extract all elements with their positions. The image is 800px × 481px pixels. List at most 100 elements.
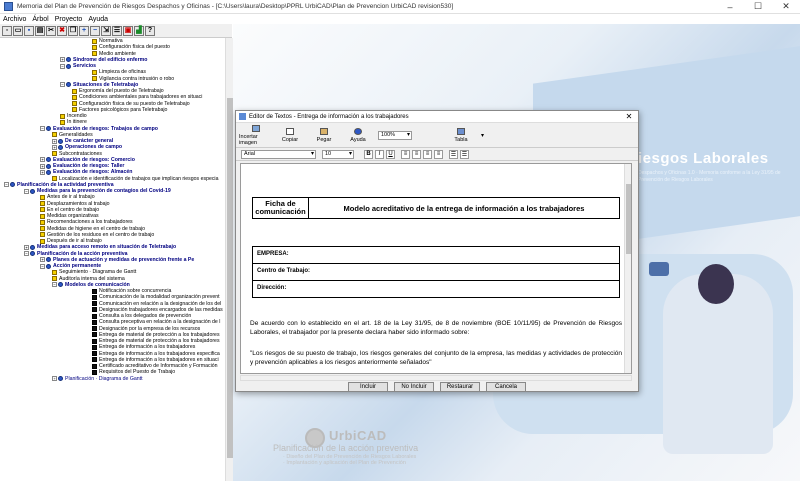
chart-icon[interactable]: ▟ [134, 25, 144, 36]
menu-arbol[interactable]: Árbol [29, 16, 51, 23]
folder-icon [30, 244, 35, 250]
remove-icon[interactable]: − [90, 25, 100, 36]
paste-button[interactable]: Pegar [307, 124, 341, 146]
expand-toggle-icon[interactable]: + [40, 169, 45, 175]
document-hscrollbar[interactable] [240, 375, 632, 381]
cut-icon[interactable]: ✂ [46, 25, 56, 36]
align-left-button[interactable]: ≡ [401, 149, 410, 159]
expand-toggle-icon[interactable]: + [40, 157, 45, 163]
exclude-button[interactable]: No Incluir [394, 382, 434, 392]
numbered-list-button[interactable]: ☰ [460, 149, 469, 159]
table-dropdown-icon[interactable]: ▾ [481, 132, 484, 139]
menu-archivo[interactable]: Archivo [0, 16, 29, 23]
table-button[interactable]: Tabla [444, 124, 478, 146]
underline-button[interactable]: U [386, 149, 395, 159]
body-paragraph: De acuerdo con lo establecido en el art.… [250, 320, 622, 336]
document-icon [40, 219, 45, 225]
help-button[interactable]: Ayuda [341, 124, 375, 146]
cancel-button[interactable]: Cancela [486, 382, 526, 392]
form-icon [92, 288, 97, 294]
document-icon [40, 213, 45, 219]
align-center-button[interactable]: ≡ [412, 149, 421, 159]
expand-toggle-icon[interactable]: − [52, 282, 57, 288]
expand-toggle-icon[interactable]: − [60, 63, 65, 69]
dialog-buttons: Incluir No Incluir Restaurar Cancela [236, 382, 638, 392]
document-icon [92, 44, 97, 50]
form-icon [92, 319, 97, 325]
document-icon [40, 201, 45, 207]
title-bar: Memoria del Plan de Prevención de Riesgo… [0, 0, 800, 14]
form-icon [92, 363, 97, 369]
tool-label: Incertar imagen [239, 133, 258, 146]
video-icon [649, 262, 669, 276]
expand-toggle-icon[interactable]: − [4, 182, 9, 188]
document-editor[interactable]: Ficha de comunicación Modelo acreditativ… [240, 163, 632, 374]
font-select[interactable]: Arial [241, 149, 316, 159]
folder-icon [58, 376, 63, 382]
pdf-icon[interactable]: ▣ [123, 25, 133, 36]
expand-toggle-icon[interactable]: + [40, 257, 45, 263]
minimize-button[interactable]: – [716, 0, 744, 14]
expand-toggle-icon[interactable]: + [52, 144, 57, 150]
expand-toggle-icon[interactable]: − [40, 263, 45, 269]
zoom-select[interactable]: 100% [378, 130, 412, 140]
menu-proyecto[interactable]: Proyecto [52, 16, 86, 23]
italic-button[interactable]: I [375, 149, 384, 159]
expand-toggle-icon[interactable]: − [40, 126, 45, 132]
document-icon [40, 226, 45, 232]
expand-toggle-icon[interactable]: − [24, 251, 29, 257]
document-scrollbar[interactable] [624, 164, 631, 373]
align-right-button[interactable]: ≡ [423, 149, 432, 159]
illustration-head [698, 264, 734, 304]
ficha-header-table: Ficha de comunicación Modelo acreditativ… [252, 197, 620, 219]
dialog-title: Editor de Textos - Entrega de informació… [249, 113, 409, 120]
form-icon [92, 351, 97, 357]
help-icon[interactable]: ? [145, 25, 155, 36]
document-page[interactable]: Ficha de comunicación Modelo acreditativ… [244, 164, 622, 373]
menu-ayuda[interactable]: Ayuda [85, 16, 111, 23]
list-icon[interactable]: ☰ [112, 25, 122, 36]
expand-toggle-icon[interactable]: + [24, 244, 29, 250]
form-icon [92, 344, 97, 350]
expand-toggle-icon[interactable]: − [60, 82, 65, 88]
delete-icon[interactable]: ✖ [57, 25, 67, 36]
folder-icon [66, 57, 71, 63]
expand-toggle-icon[interactable]: + [60, 57, 65, 63]
add-icon[interactable]: + [79, 25, 89, 36]
brand-name: UrbiCAD [329, 428, 387, 443]
document-icon [72, 101, 77, 107]
expand-toggle-icon[interactable]: + [52, 376, 57, 382]
splash-subtitle: Despachos y Oficinas 1.0 · Memoria confo… [638, 170, 781, 183]
expand-toggle-icon[interactable]: + [52, 138, 57, 144]
maximize-button[interactable]: ☐ [744, 0, 772, 14]
copy-icon[interactable]: ❐ [68, 25, 78, 36]
copy-button[interactable]: Copiar [273, 124, 307, 146]
tool-label: Copiar [281, 136, 299, 143]
splash-tagline: Planificación de la acción preventiva [273, 443, 419, 453]
expand-toggle-icon[interactable]: − [24, 188, 29, 194]
bullet-list-button[interactable]: ☰ [449, 149, 458, 159]
insert-image-button[interactable]: Incertar imagen [239, 124, 273, 146]
justify-button[interactable]: ≡ [434, 149, 443, 159]
tree-scrollbar[interactable] [225, 38, 233, 481]
print-icon[interactable]: ▤ [35, 25, 45, 36]
export-icon[interactable]: ⇲ [101, 25, 111, 36]
restore-button[interactable]: Restaurar [440, 382, 480, 392]
folder-icon [46, 169, 51, 175]
dialog-close-button[interactable]: ✕ [620, 112, 638, 121]
form-icon [92, 307, 97, 313]
close-window-button[interactable]: ✕ [772, 0, 800, 14]
open-folder-icon[interactable]: ▭ [13, 25, 23, 36]
new-doc-icon[interactable]: ▫ [2, 25, 12, 36]
bold-button[interactable]: B [364, 149, 373, 159]
tree-item[interactable]: + Planificación · Diagrama de Gantt [0, 376, 225, 382]
document-icon [60, 119, 65, 125]
document-icon [40, 232, 45, 238]
expand-toggle-icon[interactable]: + [40, 163, 45, 169]
document-icon [92, 51, 97, 57]
include-button[interactable]: Incluir [348, 382, 388, 392]
form-icon [92, 332, 97, 338]
document-scrollbar-thumb[interactable] [626, 184, 631, 254]
size-select[interactable]: 10 [322, 149, 354, 159]
save-icon[interactable]: ▪ [24, 25, 34, 36]
